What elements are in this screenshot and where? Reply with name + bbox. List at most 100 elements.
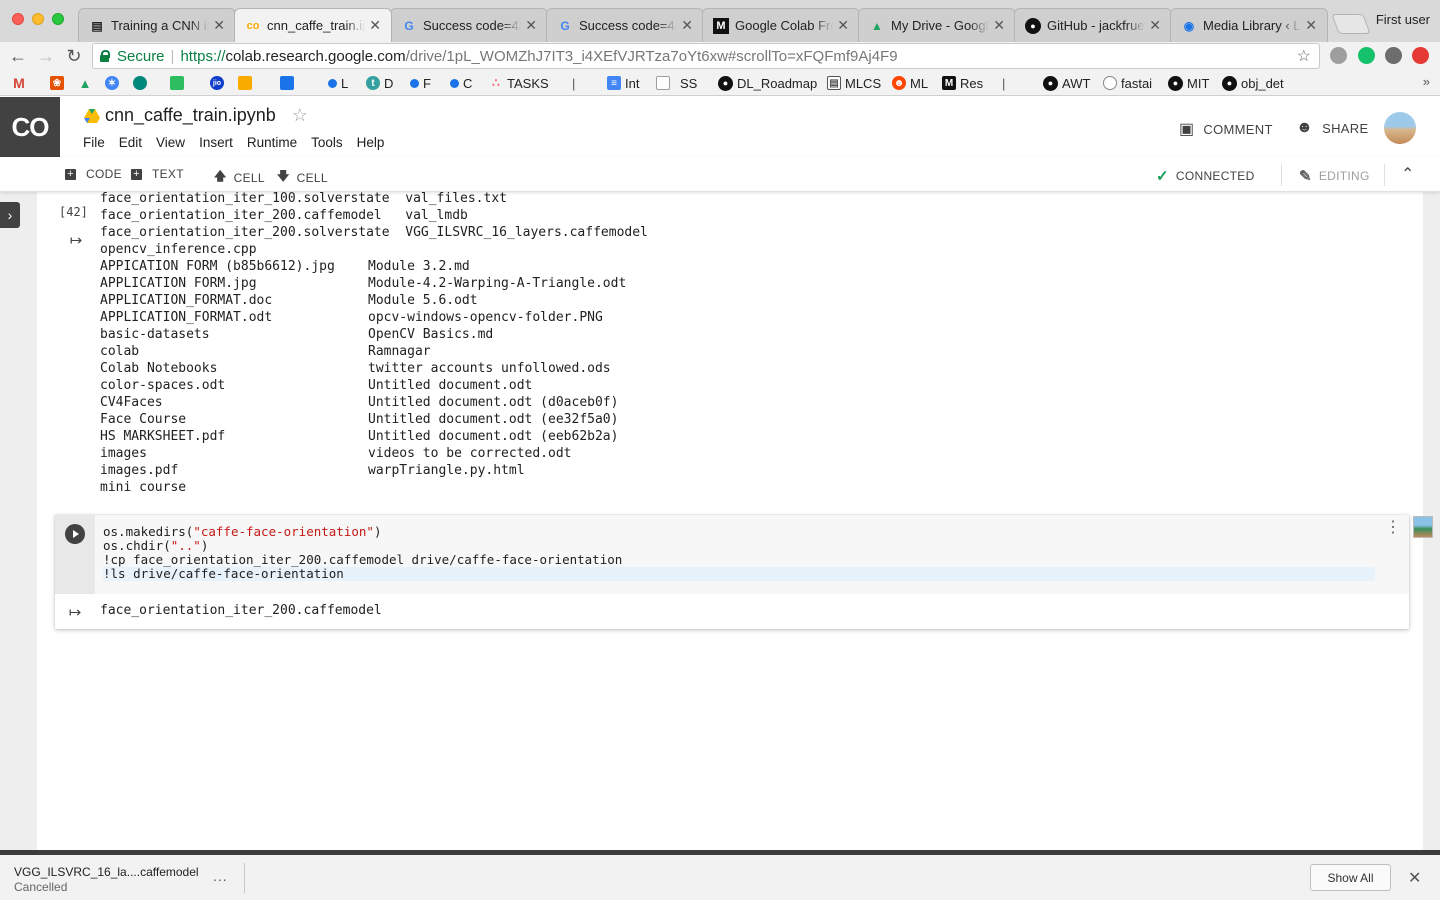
browser-tab[interactable]: ● GitHub - jackfrued ✕ [1014,8,1172,42]
bookmark-evernote[interactable] [170,74,184,92]
bookmark-mit[interactable]: ● MIT [1168,74,1209,92]
bookmark-d[interactable]: tD [366,74,393,92]
add-text-button[interactable]: + TEXT [131,167,184,181]
menu-tools[interactable]: Tools [311,135,343,150]
notebook-title-row: cnn_caffe_train.ipynb ☆ [84,105,308,126]
runtime-connected-status[interactable]: ✓ CONNECTED [1156,167,1255,185]
colab-logo[interactable]: CO [0,97,60,157]
code-editor[interactable]: os.makedirs("caffe-face-orientation") os… [95,515,1409,594]
extension-power-icon[interactable] [1412,47,1429,64]
show-all-button[interactable]: Show All [1310,864,1391,891]
new-tab-button[interactable] [1331,14,1371,34]
tab-close-icon[interactable]: ✕ [993,17,1005,34]
bookmark-shield[interactable] [280,74,294,92]
download-more-icon[interactable]: ... [213,868,228,884]
output-arrow-icon[interactable]: ↦ [67,604,83,621]
bookmark-drive[interactable]: ▲ [78,74,92,92]
window-minimize-button[interactable] [32,13,44,25]
add-code-button[interactable]: + CODE [65,167,122,181]
bookmark-mlcs[interactable]: ▤ MLCS [827,74,881,92]
bookmark-network[interactable]: ✶ [105,74,119,92]
comment-button[interactable]: ▣ COMMENT [1179,119,1273,139]
extension-owl-icon[interactable] [1385,47,1402,64]
bookmark-fastai[interactable]: fastai [1103,74,1152,92]
output-cell: face_orientation_iter_200.solverstate [100,225,390,240]
bookmark-f[interactable]: F [410,74,431,92]
bookmark-jio[interactable]: jio [210,74,224,92]
share-button[interactable]: ☻ SHARE [1296,119,1368,137]
cell-more-vert-icon[interactable]: ⋮ [1385,520,1401,536]
comment-icon: ▣ [1179,121,1195,138]
bookmark-obj-det[interactable]: ● obj_det [1222,74,1284,92]
avatar[interactable] [1384,112,1416,144]
bookmark-gmail[interactable]: M [12,74,26,92]
bookmark-l[interactable]: L [328,74,348,92]
bookmark-leaf[interactable]: ❀ [50,74,64,92]
url-host: colab.research.google.com [225,47,406,65]
dot-icon [450,78,459,88]
address-bar[interactable]: Secure | https:// colab.research.google.… [92,43,1320,69]
download-file-name[interactable]: VGG_ILSVRC_16_la....caffemodel [14,865,199,879]
browser-tab[interactable]: ▲ My Drive - Google ✕ [858,8,1016,42]
forward-arrow-icon[interactable]: → [35,45,57,67]
tab-close-icon[interactable]: ✕ [1305,17,1317,34]
browser-tab[interactable]: G Success code=4/ ✕ [390,8,548,42]
collapse-header-button[interactable]: ⌃ [1401,164,1415,184]
bookmark-int[interactable]: ≡ Int [607,74,639,92]
bookmark-ml[interactable]: ☻ ML [892,74,928,92]
window-close-button[interactable] [12,13,24,25]
bookmark-c[interactable]: C [450,74,472,92]
bookmark-awt[interactable]: ● AWT [1043,74,1090,92]
browser-tab[interactable]: G Success code=4/ ✕ [546,8,704,42]
editing-mode-button[interactable]: ✎ EDITING [1299,167,1370,185]
output-row: opencv_inference.cpp [100,241,648,258]
sidebar-toggle-chevron-right-icon[interactable]: › [0,202,20,228]
menu-view[interactable]: View [156,135,185,150]
tab-close-icon[interactable]: ✕ [837,17,849,34]
tab-close-icon[interactable]: ✕ [681,17,693,34]
bookmarks-overflow-button[interactable]: » [1423,74,1430,89]
tab-close-icon[interactable]: ✕ [525,17,537,34]
star-icon[interactable]: ☆ [292,105,308,126]
bookmark-analytics[interactable] [238,74,252,92]
drive-icon[interactable] [84,108,100,123]
tab-close-icon[interactable]: ✕ [213,17,225,34]
notebook-title[interactable]: cnn_caffe_train.ipynb [105,105,276,126]
evernote-icon [170,76,184,90]
code-cell-active[interactable]: os.makedirs("caffe-face-orientation") os… [55,515,1409,629]
output-arrow-icon[interactable]: ↦ [68,232,84,249]
menu-runtime[interactable]: Runtime [247,135,297,150]
output-cell: Colab Notebooks [100,361,218,376]
browser-tab-active[interactable]: co cnn_caffe_train.ipynb ✕ [234,8,392,42]
bookmark-ss[interactable]: SS [656,74,697,92]
output-cell: VGG_ILSVRC_16_layers.caffemodel [389,225,648,240]
menu-file[interactable]: File [83,135,105,150]
browser-tab[interactable]: M Google Colab Free ✕ [702,8,860,42]
tab-title: Media Library ‹ Le [1203,18,1302,33]
check-icon: ✓ [1156,168,1169,185]
bookmark-tasks[interactable]: ∴ TASKS [489,74,549,92]
reload-icon[interactable]: ↻ [63,45,85,67]
extension-tomato-icon[interactable] [1330,47,1347,64]
menu-edit[interactable]: Edit [119,135,142,150]
move-cell-up-button[interactable]: 🡅 CELL [214,167,265,188]
browser-tab[interactable]: ◉ Media Library ‹ Le ✕ [1170,8,1328,42]
window-zoom-button[interactable] [52,13,64,25]
move-cell-down-button[interactable]: 🡇 CELL [277,167,328,188]
browser-tab[interactable]: ▤ Training a CNN in ✕ [78,8,236,42]
profile-label[interactable]: First user [1376,12,1430,27]
bookmark-res[interactable]: M Res [942,74,983,92]
bookmark-star-icon[interactable]: ☆ [1297,46,1311,66]
asana-icon: ∴ [492,76,500,90]
user-presence-thumbnail[interactable] [1413,516,1433,538]
bookmark-circle[interactable] [133,74,147,92]
bookmark-dl-roadmap[interactable]: ● DL_Roadmap [718,74,817,92]
close-icon[interactable]: ✕ [1408,868,1421,888]
run-cell-play-icon[interactable] [65,524,85,544]
menu-help[interactable]: Help [357,135,385,150]
tab-close-icon[interactable]: ✕ [1149,17,1161,34]
menu-insert[interactable]: Insert [199,135,233,150]
tab-close-icon[interactable]: ✕ [369,17,381,34]
grammarly-icon[interactable] [1358,47,1375,64]
back-arrow-icon[interactable]: ← [7,45,29,67]
